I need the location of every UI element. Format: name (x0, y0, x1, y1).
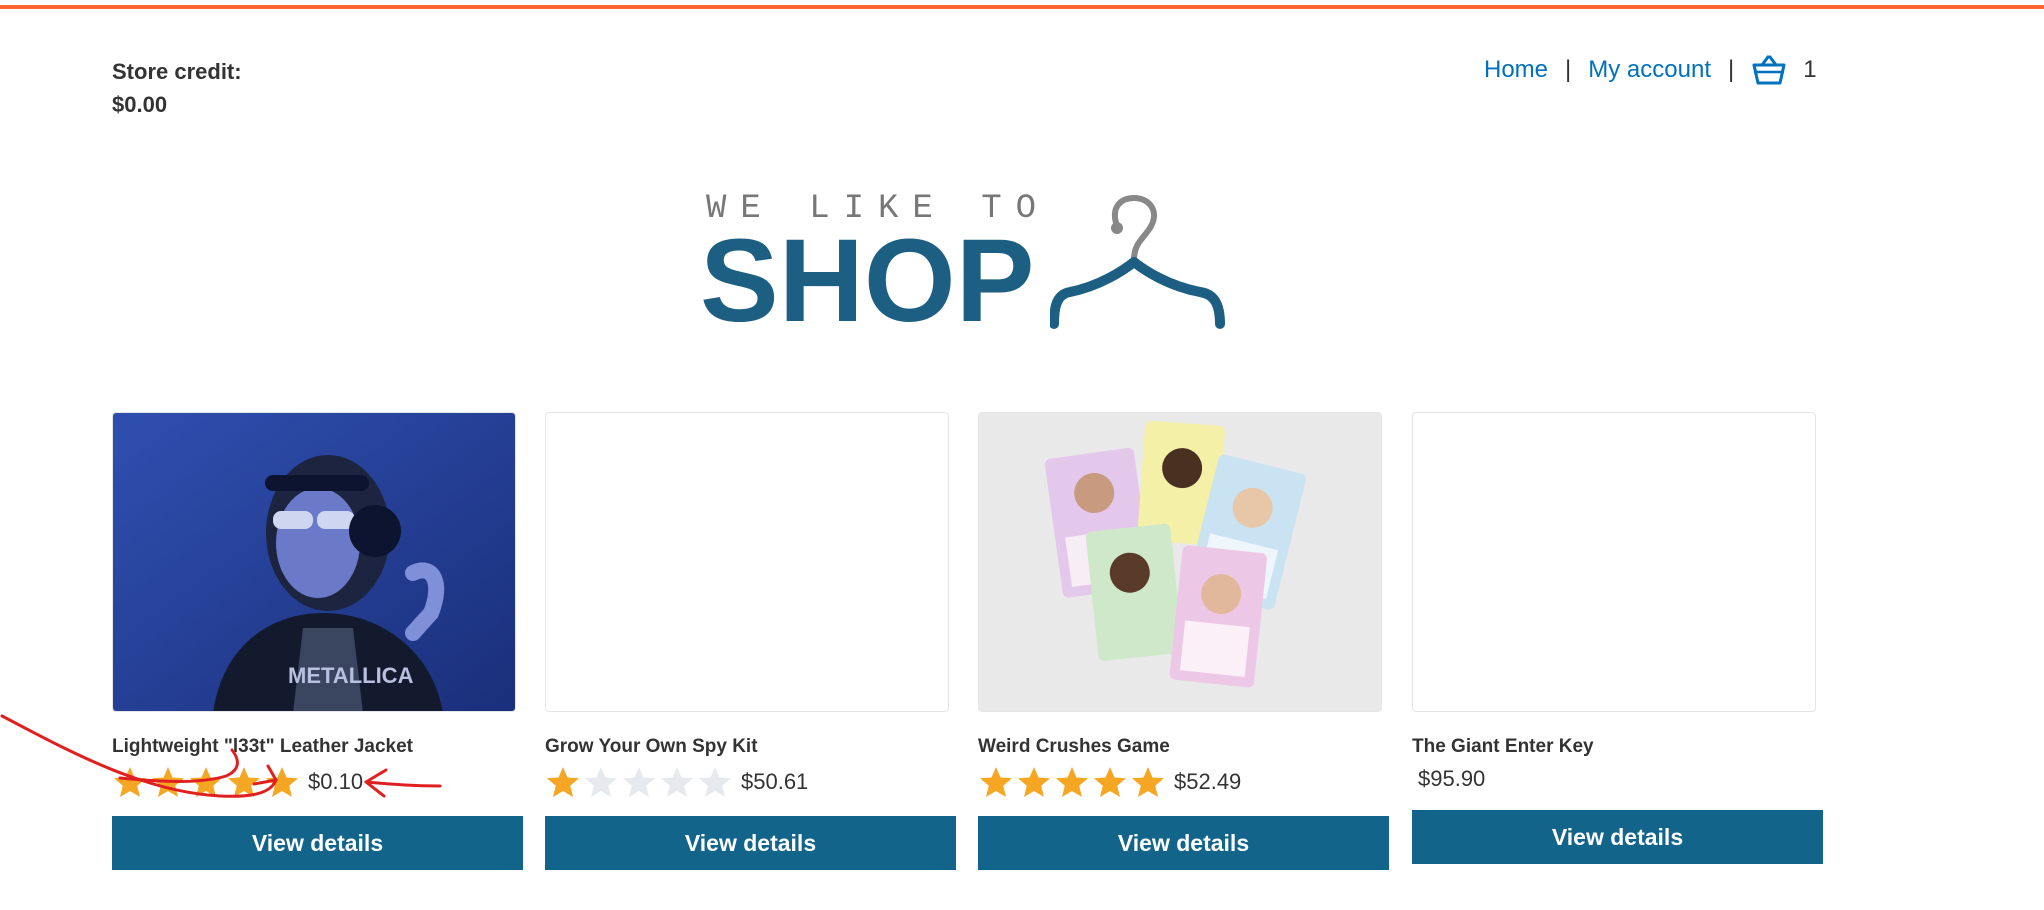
star-filled-icon (1018, 767, 1050, 797)
view-details-button[interactable]: View details (978, 816, 1389, 870)
product-price: $52.49 (1174, 769, 1242, 794)
home-link[interactable]: Home (1484, 56, 1548, 84)
product-price: $0.10 (308, 769, 364, 794)
hanger-icon (1050, 194, 1225, 329)
star-filled-icon (152, 767, 184, 797)
product-title[interactable]: The Giant Enter Key (1412, 736, 1816, 758)
cart-count: 1 (1803, 56, 1817, 83)
product-card: METALLICA Lightweight "l33t" Leather Jac… (112, 412, 523, 870)
star-empty-icon (585, 767, 617, 797)
rating-stars (978, 765, 1168, 799)
header-nav: Home | My account | 1 (1484, 54, 1817, 86)
my-account-link[interactable]: My account (1588, 56, 1711, 84)
woman-with-headphones-image: METALLICA (113, 413, 515, 711)
logo-word: SHOP (700, 215, 1035, 347)
star-filled-icon (228, 767, 260, 797)
star-filled-icon (1056, 767, 1088, 797)
nav-separator: | (1565, 56, 1572, 83)
product-price: $50.61 (741, 769, 809, 794)
product-card: The Giant Enter Key $95.90 View details (1412, 412, 1823, 864)
product-image[interactable]: METALLICA (112, 412, 516, 712)
star-filled-icon (547, 767, 579, 797)
accent-top-bar (0, 5, 2044, 9)
star-filled-icon (1132, 767, 1164, 797)
nav-separator: | (1727, 56, 1735, 83)
shop-logo[interactable]: WE LIKE TO SHOP (700, 190, 1240, 340)
view-details-button[interactable]: View details (1412, 810, 1823, 864)
star-filled-icon (190, 767, 222, 797)
product-price: $95.90 (1418, 766, 1486, 791)
rating-stars (545, 765, 735, 799)
star-filled-icon (1094, 767, 1126, 797)
store-credit-value: $0.00 (112, 92, 168, 117)
star-filled-icon (980, 767, 1012, 797)
view-details-button[interactable]: View details (545, 816, 956, 870)
svg-text:METALLICA: METALLICA (288, 663, 414, 688)
product-card: Weird Crushes Game $52.49 View details (978, 412, 1389, 870)
product-title[interactable]: Grow Your Own Spy Kit (545, 736, 949, 758)
basket-icon[interactable] (1751, 54, 1787, 86)
store-credit-label: Store credit: (112, 59, 242, 84)
trading-cards-image (979, 413, 1381, 711)
store-credit: Store credit: $0.00 (112, 55, 242, 121)
rating-stars (112, 765, 302, 799)
star-empty-icon (623, 767, 655, 797)
product-title[interactable]: Weird Crushes Game (978, 736, 1382, 758)
product-image[interactable] (1412, 412, 1816, 712)
product-card: Grow Your Own Spy Kit $50.61 View detail… (545, 412, 956, 870)
star-empty-icon (661, 767, 693, 797)
product-image[interactable] (545, 412, 949, 712)
product-image[interactable] (978, 412, 1382, 712)
star-filled-icon (266, 767, 298, 797)
view-details-button[interactable]: View details (112, 816, 523, 870)
star-empty-icon (699, 767, 731, 797)
product-title[interactable]: Lightweight "l33t" Leather Jacket (112, 736, 516, 758)
star-filled-icon (114, 767, 146, 797)
